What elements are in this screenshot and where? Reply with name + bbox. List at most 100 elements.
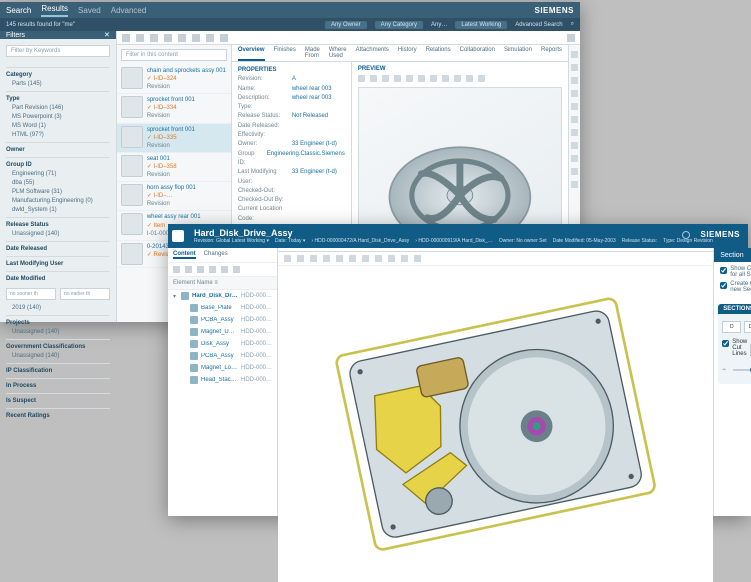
view-toggle-icon[interactable] xyxy=(567,34,575,42)
filter-category[interactable]: Category xyxy=(6,67,110,80)
filter-projects[interactable]: Projects xyxy=(6,315,110,328)
tab-content[interactable]: Content xyxy=(173,251,196,259)
tab-changes[interactable]: Changes xyxy=(204,251,228,259)
show-cut-lines-checkbox[interactable]: Show Cut Lines xyxy=(722,339,747,357)
tree-row[interactable]: Magnet_Lower_AssyHDD-000… xyxy=(168,362,277,374)
tool-icon[interactable] xyxy=(442,75,449,82)
capping-faces-checkbox[interactable]: Show Capping Faces for all Sections xyxy=(720,266,751,278)
tab-made-from[interactable]: Made From xyxy=(305,47,320,61)
tool-icon[interactable] xyxy=(454,75,461,82)
tool-icon[interactable] xyxy=(209,266,216,273)
breadcrumb[interactable]: › HDD-000000472/A Hard_Disk_Drive_Assy xyxy=(311,238,409,244)
list-item[interactable]: sprocket front 001✓ I-ID–335Revision xyxy=(117,124,231,153)
tool-icon[interactable] xyxy=(370,75,377,82)
tool-icon[interactable] xyxy=(221,266,228,273)
btn-d1[interactable]: D xyxy=(722,321,741,333)
3d-viewport[interactable] xyxy=(278,266,713,582)
tool-icon[interactable] xyxy=(284,255,291,262)
list-search-input[interactable]: Filter in this content xyxy=(121,49,227,61)
tab-finishes[interactable]: Finishes xyxy=(274,47,296,61)
tool-icon[interactable] xyxy=(375,255,382,262)
date-dropdown[interactable]: Date: Today ▾ xyxy=(275,238,306,244)
tab-where-used[interactable]: Where Used xyxy=(329,47,347,61)
rail-icon[interactable] xyxy=(571,155,578,162)
tool-icon[interactable] xyxy=(197,266,204,273)
home-icon[interactable] xyxy=(172,230,184,242)
tool-icon[interactable] xyxy=(206,34,214,42)
rail-icon[interactable] xyxy=(571,77,578,84)
tree-row[interactable]: Magnet_Upper_AssyHDD-000… xyxy=(168,326,277,338)
tool-icon[interactable] xyxy=(323,255,330,262)
tool-icon[interactable] xyxy=(414,255,421,262)
filter-type[interactable]: Type xyxy=(6,91,110,104)
tool-icon[interactable] xyxy=(478,75,485,82)
breadcrumb[interactable]: › HDD-000000919/A Hard_Disk_… xyxy=(415,238,493,244)
filter-ip-class[interactable]: IP Classification xyxy=(6,363,110,376)
date-from-input[interactable]: no sooner th xyxy=(6,288,56,300)
notification-icon[interactable] xyxy=(682,231,690,239)
tool-icon[interactable] xyxy=(336,255,343,262)
tool-icon[interactable] xyxy=(401,255,408,262)
tool-icon[interactable] xyxy=(362,255,369,262)
tool-icon[interactable] xyxy=(394,75,401,82)
tool-icon[interactable] xyxy=(233,266,240,273)
filter-date-released[interactable]: Date Released xyxy=(6,241,110,254)
tree-row[interactable]: PCBA_AssyHDD-000… xyxy=(168,350,277,362)
btn-d2[interactable]: D 42 xyxy=(744,321,751,333)
date-to-input[interactable]: no earlier th xyxy=(60,288,110,300)
filter-any-release[interactable]: Any… xyxy=(431,22,447,28)
filter-any-owner[interactable]: Any Owner xyxy=(325,21,367,29)
section-slider[interactable] xyxy=(733,369,751,371)
tool-icon[interactable] xyxy=(388,255,395,262)
tool-icon[interactable] xyxy=(122,34,130,42)
filter-latest-working[interactable]: Latest Working xyxy=(455,21,507,29)
tab-relations[interactable]: Relations xyxy=(426,47,451,61)
tool-icon[interactable] xyxy=(430,75,437,82)
tool-icon[interactable] xyxy=(173,266,180,273)
filter-group[interactable]: Group ID xyxy=(6,157,110,170)
tool-icon[interactable] xyxy=(192,34,200,42)
tab-simulation[interactable]: Simulation xyxy=(504,47,532,61)
tab-overview[interactable]: Overview xyxy=(238,47,265,61)
tool-icon[interactable] xyxy=(185,266,192,273)
rail-icon[interactable] xyxy=(571,129,578,136)
revision-dropdown[interactable]: Revision: Global Latest Working ▾ xyxy=(194,238,269,244)
tab-collaboration[interactable]: Collaboration xyxy=(460,47,495,61)
advanced-search-link[interactable]: Advanced Search xyxy=(515,22,562,28)
tab-saved[interactable]: Saved xyxy=(78,6,101,15)
tab-history[interactable]: History xyxy=(398,47,417,61)
tool-icon[interactable] xyxy=(297,255,304,262)
tool-icon[interactable] xyxy=(382,75,389,82)
tool-icon[interactable] xyxy=(150,34,158,42)
filter-keyword-input[interactable]: Filter by Keywords xyxy=(6,45,110,57)
rail-icon[interactable] xyxy=(571,64,578,71)
tool-icon[interactable] xyxy=(220,34,228,42)
cut-lines-checkbox[interactable]: Create Cut Lines for new Sections xyxy=(720,281,751,293)
rail-icon[interactable] xyxy=(571,168,578,175)
filter-date-modified[interactable]: Date Modified xyxy=(6,271,110,284)
tool-icon[interactable] xyxy=(466,75,473,82)
list-item[interactable]: chain and sprockets assy 001✓ I-ID–324Re… xyxy=(117,65,231,94)
tool-icon[interactable] xyxy=(178,34,186,42)
tab-results[interactable]: Results xyxy=(41,4,68,17)
rail-icon[interactable] xyxy=(571,142,578,149)
tool-icon[interactable] xyxy=(358,75,365,82)
search-icon[interactable]: ⌕ xyxy=(571,21,574,28)
rail-icon[interactable] xyxy=(571,103,578,110)
tool-icon[interactable] xyxy=(349,255,356,262)
filter-last-mod-user[interactable]: Last Modifying User xyxy=(6,256,110,269)
filter-is-suspect[interactable]: Is Suspect xyxy=(6,393,110,406)
rail-icon[interactable] xyxy=(571,116,578,123)
tool-icon[interactable] xyxy=(136,34,144,42)
filter-any-category[interactable]: Any Category xyxy=(375,21,423,29)
tab-advanced[interactable]: Advanced xyxy=(111,6,147,15)
filter-release-status[interactable]: Release Status xyxy=(6,217,110,230)
tab-attachments[interactable]: Attachments xyxy=(356,47,389,61)
tree-row[interactable]: ▾Hard_Disk_Drive_AssyHDD-000… xyxy=(168,290,277,302)
tool-icon[interactable] xyxy=(406,75,413,82)
tree-row[interactable]: Head_Stack_AssyHDD-000… xyxy=(168,374,277,386)
tool-icon[interactable] xyxy=(310,255,317,262)
filter-recent-ratings[interactable]: Recent Ratings xyxy=(6,408,110,421)
filter-in-process[interactable]: In Process xyxy=(6,378,110,391)
rail-icon[interactable] xyxy=(571,181,578,188)
